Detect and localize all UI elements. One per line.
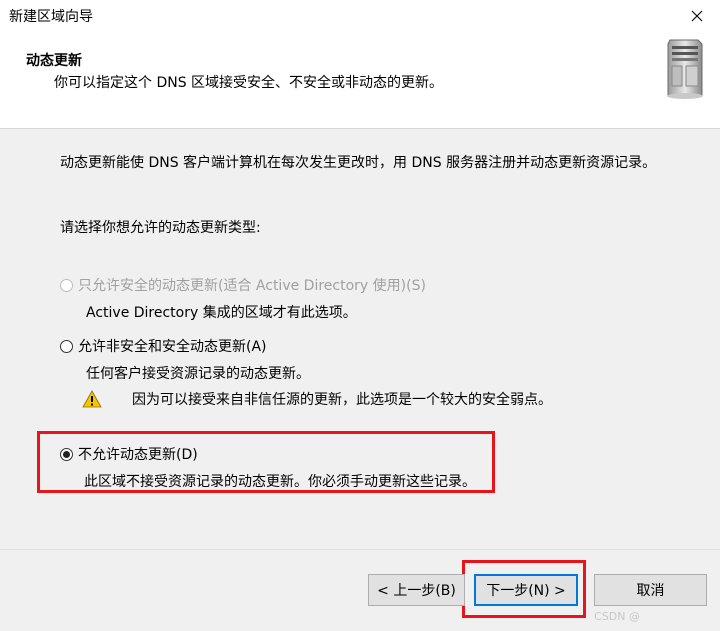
page-subtitle: 你可以指定这个 DNS 区域接受安全、不安全或非动态的更新。 xyxy=(54,75,444,91)
watermark: CSDN @ xyxy=(594,610,640,623)
description-text: 动态更新能使 DNS 客户端计算机在每次发生更改时，用 DNS 服务器注册并动态… xyxy=(60,155,657,171)
warning-icon xyxy=(82,390,102,408)
wizard-footer: < 上一步(B) 下一步(N) > 取消 CSDN @ xyxy=(0,549,720,631)
radio-nonsecure-and-secure[interactable] xyxy=(60,339,73,353)
close-icon xyxy=(691,10,703,22)
next-button[interactable]: 下一步(N) > xyxy=(474,574,578,606)
warning-row: 因为可以接受来自非信任源的更新，此选项是一个较大的安全弱点。 xyxy=(82,389,552,409)
wizard-content: 动态更新能使 DNS 客户端计算机在每次发生更改时，用 DNS 服务器注册并动态… xyxy=(0,129,720,549)
server-icon xyxy=(667,39,703,99)
window-title: 新建区域向导 xyxy=(9,9,93,25)
selection-highlight xyxy=(37,431,495,493)
option-secure-only-desc: Active Directory 集成的区域才有此选项。 xyxy=(86,305,357,321)
option-nonsecure-and-secure-desc: 任何客户接受资源记录的动态更新。 xyxy=(86,366,310,382)
warning-text: 因为可以接受来自非信任源的更新，此选项是一个较大的安全弱点。 xyxy=(132,392,552,408)
wizard-header: 动态更新 你可以指定这个 DNS 区域接受安全、不安全或非动态的更新。 xyxy=(0,32,720,129)
option-secure-only: 只允许安全的动态更新(适合 Active Directory 使用)(S) xyxy=(60,275,426,295)
title-bar: 新建区域向导 xyxy=(0,0,720,32)
cancel-button[interactable]: 取消 xyxy=(594,574,707,606)
page-title: 动态更新 xyxy=(26,53,82,69)
prompt-text: 请选择你想允许的动态更新类型: xyxy=(60,220,261,236)
radio-secure-only xyxy=(60,278,73,292)
back-button[interactable]: < 上一步(B) xyxy=(368,574,465,606)
option-nonsecure-and-secure-label[interactable]: 允许非安全和安全动态更新(A) xyxy=(78,336,267,356)
close-button[interactable] xyxy=(674,0,720,32)
option-nonsecure-and-secure[interactable]: 允许非安全和安全动态更新(A) xyxy=(60,336,267,356)
option-secure-only-label: 只允许安全的动态更新(适合 Active Directory 使用)(S) xyxy=(78,278,426,294)
